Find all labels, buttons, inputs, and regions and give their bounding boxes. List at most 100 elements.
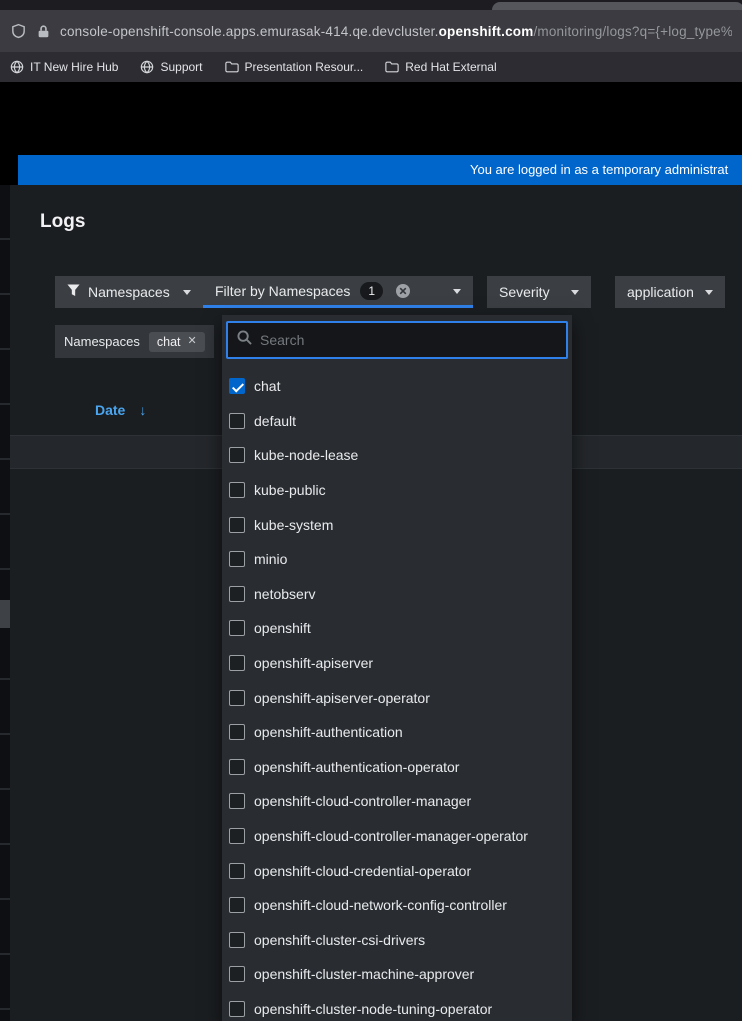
namespace-checkbox[interactable] — [229, 724, 245, 741]
folder-icon — [385, 61, 399, 73]
date-column-label: Date — [95, 402, 126, 418]
bookmark-item[interactable]: Presentation Resour... — [224, 60, 363, 74]
namespace-option[interactable]: openshift-apiserver-operator — [222, 680, 572, 715]
namespace-checkbox[interactable] — [229, 412, 245, 429]
left-edge-strip — [0, 185, 10, 1021]
namespace-option-label: openshift-apiserver-operator — [254, 689, 430, 706]
severity-select[interactable]: Severity — [487, 276, 591, 308]
filter-by-namespaces-select[interactable]: Filter by Namespaces 1 — [203, 276, 473, 308]
namespace-checkbox[interactable] — [229, 689, 245, 706]
namespace-option-label: openshift-cloud-credential-operator — [254, 862, 472, 879]
namespace-option[interactable]: kube-system — [222, 507, 572, 542]
namespace-checkbox[interactable] — [229, 378, 245, 395]
bookmark-item[interactable]: Support — [140, 60, 203, 74]
namespace-option-label: chat — [254, 378, 281, 395]
namespace-option[interactable]: openshift-cluster-csi-drivers — [222, 923, 572, 958]
namespaces-chip-group: Namespaces chat ✕ — [55, 325, 214, 358]
bookmark-item[interactable]: Red Hat External — [385, 60, 497, 74]
namespace-checkbox[interactable] — [229, 966, 245, 983]
namespace-option[interactable]: kube-public — [222, 473, 572, 508]
severity-select-label: Severity — [499, 284, 550, 300]
namespace-checkbox[interactable] — [229, 862, 245, 879]
namespace-checkbox[interactable] — [229, 620, 245, 637]
page-title: Logs — [40, 211, 86, 232]
lock-icon[interactable] — [37, 24, 50, 39]
namespace-option[interactable]: openshift-apiserver — [222, 646, 572, 681]
chip-close-icon[interactable]: ✕ — [188, 336, 197, 347]
namespace-option-label: openshift-cloud-network-config-controlle… — [254, 897, 507, 914]
namespace-option[interactable]: default — [222, 404, 572, 439]
namespace-checkbox[interactable] — [229, 793, 245, 810]
filter-funnel-icon — [67, 284, 80, 300]
namespace-option[interactable]: openshift-cloud-network-config-controlle… — [222, 888, 572, 923]
browser-url-bar: console-openshift-console.apps.emurasak-… — [0, 10, 742, 52]
namespace-option[interactable]: openshift-cloud-controller-manager — [222, 784, 572, 819]
url-path: /monitoring/logs?q={+log_type% — [533, 23, 732, 39]
shield-icon[interactable] — [10, 22, 27, 40]
temp-admin-banner: You are logged in as a temporary adminis… — [18, 155, 742, 185]
bookmark-label: Support — [160, 60, 203, 74]
chevron-down-icon — [183, 290, 191, 299]
search-icon — [237, 330, 252, 350]
namespace-checkbox[interactable] — [229, 551, 245, 568]
console-masthead — [0, 82, 742, 155]
namespace-option-label: kube-public — [254, 482, 326, 499]
namespace-checkbox[interactable] — [229, 931, 245, 948]
namespace-option[interactable]: openshift-authentication — [222, 715, 572, 750]
globe-icon — [140, 60, 154, 74]
namespace-option[interactable]: chat — [222, 369, 572, 404]
url-domain: openshift.com — [438, 23, 534, 39]
namespaces-toggle-label: Namespaces — [88, 284, 170, 300]
namespace-checkbox[interactable] — [229, 897, 245, 914]
namespace-checkbox[interactable] — [229, 828, 245, 845]
sort-arrow-down-icon: ↓ — [139, 402, 147, 418]
bookmark-item[interactable]: IT New Hire Hub — [10, 60, 118, 74]
search-box — [226, 321, 568, 359]
namespace-chip: chat ✕ — [148, 331, 205, 352]
url-subdomain: console-openshift-console.apps.emurasak-… — [60, 23, 439, 39]
namespace-option[interactable]: openshift — [222, 611, 572, 646]
folder-icon — [224, 61, 239, 73]
chevron-down-icon — [571, 290, 579, 299]
globe-icon — [10, 60, 24, 74]
namespace-option[interactable]: openshift-authentication-operator — [222, 750, 572, 785]
namespace-option[interactable]: openshift-cluster-machine-approver — [222, 957, 572, 992]
namespace-option[interactable]: netobserv — [222, 577, 572, 612]
namespace-checkbox[interactable] — [229, 447, 245, 464]
namespace-option-label: openshift-cloud-controller-manager-opera… — [254, 828, 528, 845]
namespace-checkbox[interactable] — [229, 655, 245, 672]
namespace-checkbox[interactable] — [229, 482, 245, 499]
chips: chat ✕ — [148, 331, 205, 352]
namespaces-filter-toggle[interactable]: Namespaces — [55, 276, 203, 308]
log-type-select[interactable]: application — [615, 276, 725, 308]
namespace-option-label: openshift-apiserver — [254, 655, 374, 672]
url-text[interactable]: console-openshift-console.apps.emurasak-… — [60, 24, 732, 39]
namespace-option-label: default — [254, 412, 297, 429]
namespace-option-label: minio — [254, 551, 288, 568]
namespace-option[interactable]: openshift-cluster-node-tuning-operator — [222, 992, 572, 1021]
namespace-option-label: openshift — [254, 620, 311, 637]
search-input[interactable] — [260, 332, 557, 348]
browser-tab-strip — [0, 0, 742, 12]
namespace-option[interactable]: openshift-cloud-controller-manager-opera… — [222, 819, 572, 854]
chevron-down-icon — [705, 290, 713, 299]
namespace-checkbox[interactable] — [229, 1000, 245, 1017]
namespace-option-label: openshift-authentication-operator — [254, 758, 460, 775]
namespace-option[interactable]: kube-node-lease — [222, 438, 572, 473]
chip-label: chat — [156, 334, 181, 349]
bookmark-label: Red Hat External — [405, 60, 497, 74]
namespace-option-label: openshift-cluster-machine-approver — [254, 966, 475, 983]
namespace-filter-dropdown: chat default kube-node-lease kube-public… — [222, 315, 572, 1021]
clear-selection-icon[interactable] — [395, 283, 411, 299]
namespace-option[interactable]: openshift-cloud-credential-operator — [222, 853, 572, 888]
namespace-checkbox[interactable] — [229, 585, 245, 602]
namespace-option[interactable]: minio — [222, 542, 572, 577]
namespace-checkbox[interactable] — [229, 758, 245, 775]
table-header-date[interactable]: Date ↓ — [95, 402, 146, 418]
namespace-option-label: netobserv — [254, 585, 316, 602]
namespace-option-label: openshift-authentication — [254, 724, 403, 741]
chip-group-label: Namespaces — [64, 334, 140, 349]
bookmark-label: IT New Hire Hub — [30, 60, 119, 74]
banner-row: You are logged in as a temporary adminis… — [0, 155, 742, 185]
namespace-checkbox[interactable] — [229, 516, 245, 533]
